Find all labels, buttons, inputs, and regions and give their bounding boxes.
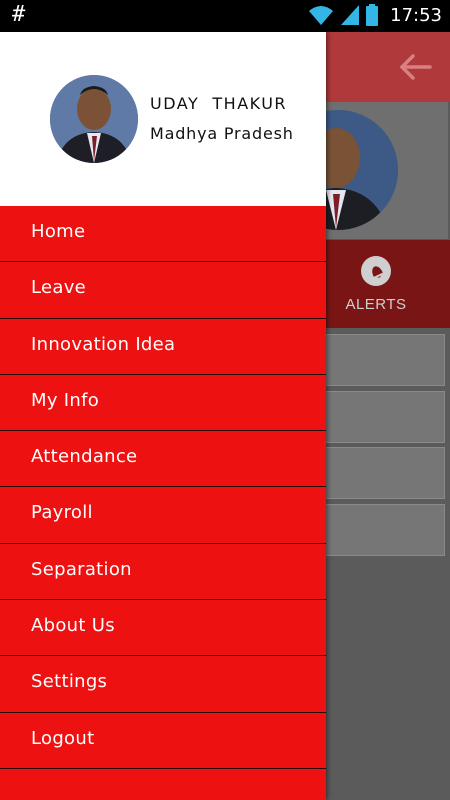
tab-alerts[interactable]: ALERTS: [340, 256, 412, 313]
tab-alerts-label: ALERTS: [345, 296, 407, 313]
menu-item-logout[interactable]: Logout: [0, 713, 326, 769]
user-region: Madhya Pradesh: [150, 124, 294, 143]
signal-icon: [341, 5, 360, 25]
drawer-menu: Home Leave Innovation Idea My Info Atten…: [0, 206, 326, 769]
menu-item-innovation-idea[interactable]: Innovation Idea: [0, 319, 326, 375]
menu-item-about-us[interactable]: About Us: [0, 600, 326, 657]
bell-icon: [361, 256, 391, 286]
menu-item-attendance[interactable]: Attendance: [0, 431, 326, 488]
back-arrow-icon[interactable]: [398, 50, 432, 84]
menu-item-home[interactable]: Home: [0, 206, 326, 263]
wifi-icon: [309, 6, 334, 25]
menu-item-leave[interactable]: Leave: [0, 262, 326, 319]
status-bar: # 17:53: [0, 0, 450, 32]
status-notification-glyph: #: [12, 2, 26, 27]
status-icons: 17:53: [308, 4, 442, 26]
menu-item-settings[interactable]: Settings: [0, 656, 326, 713]
status-time: 17:53: [390, 4, 442, 26]
navigation-drawer: UDAY THAKUR Madhya Pradesh Home Leave In…: [0, 32, 326, 800]
avatar: [50, 75, 138, 163]
menu-item-separation[interactable]: Separation: [0, 544, 326, 601]
menu-item-my-info[interactable]: My Info: [0, 375, 326, 432]
battery-icon: [366, 4, 379, 26]
menu-item-payroll[interactable]: Payroll: [0, 487, 326, 544]
drawer-header: UDAY THAKUR Madhya Pradesh: [0, 32, 326, 206]
user-name: UDAY THAKUR: [150, 94, 288, 113]
